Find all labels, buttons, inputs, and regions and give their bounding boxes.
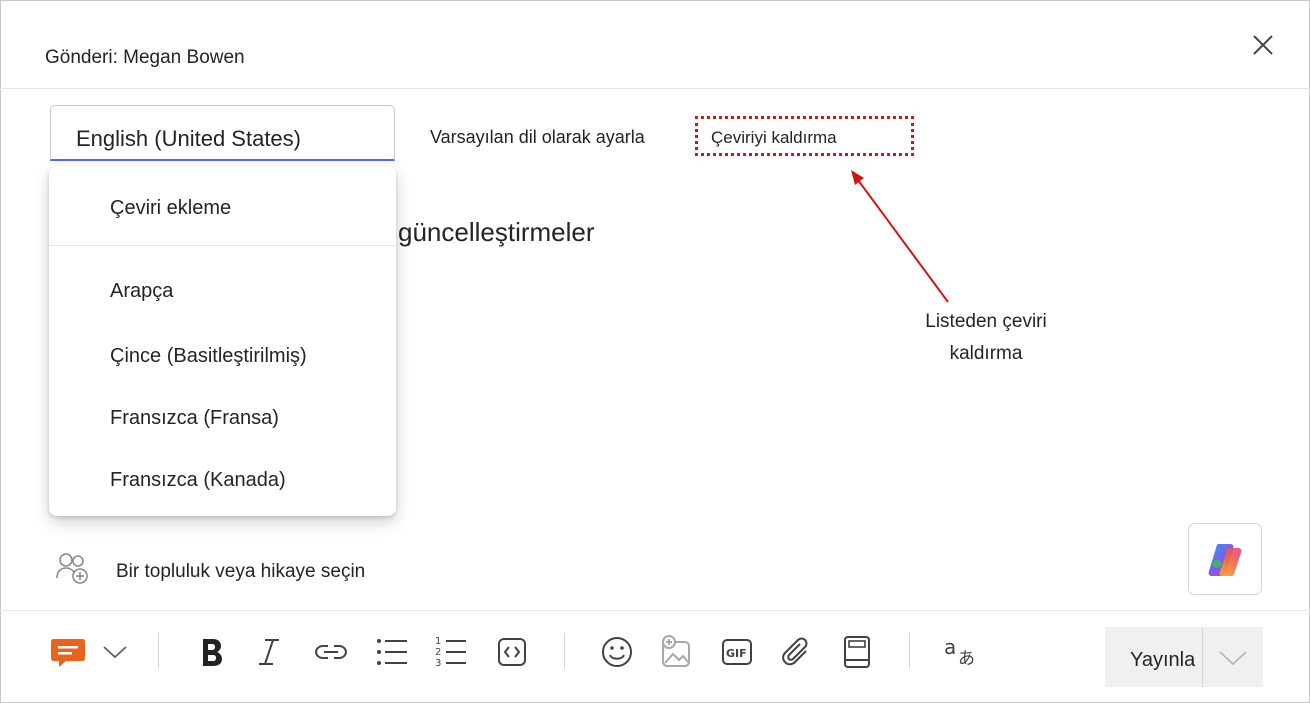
- svg-text:2: 2: [435, 647, 441, 658]
- callout-line-1: Listeden çeviri: [925, 311, 1047, 332]
- bullet-list-icon: [377, 639, 407, 665]
- choose-community-label: Bir topluluk veya hikaye seçin: [116, 561, 366, 582]
- copilot-icon: [1208, 544, 1242, 576]
- language-option-label: Fransızca (Fransa): [110, 407, 279, 429]
- numbered-list-button[interactable]: 1 2 3: [432, 632, 472, 672]
- language-option-chinese-simplified[interactable]: Çince (Basitleştirilmiş): [49, 330, 396, 382]
- toolbar-separator: [158, 633, 159, 669]
- post-type-icon: [51, 639, 85, 667]
- set-default-language-link[interactable]: Varsayılan dil olarak ayarla: [430, 127, 645, 148]
- copilot-button[interactable]: [1188, 523, 1262, 595]
- svg-text:あ: あ: [958, 649, 975, 669]
- language-option-french-canada[interactable]: Fransızca (Kanada): [49, 454, 396, 506]
- add-translation-item[interactable]: Çeviri ekleme: [49, 182, 396, 234]
- language-option-label: Arapça: [110, 280, 174, 302]
- code-button[interactable]: [492, 632, 532, 672]
- svg-text:a: a: [944, 635, 956, 659]
- gif-button[interactable]: GIF: [717, 632, 757, 672]
- book-button[interactable]: [837, 632, 877, 672]
- language-option-label: Fransızca (Kanada): [110, 469, 286, 491]
- bullet-list-button[interactable]: [372, 632, 412, 672]
- callout-line-2: kaldırma: [949, 343, 1023, 364]
- choose-community-button[interactable]: Bir topluluk veya hikaye seçin: [55, 550, 415, 590]
- link-icon: [314, 645, 348, 659]
- attach-icon: [782, 637, 808, 666]
- post-type-dropdown-button[interactable]: [96, 632, 136, 672]
- publish-label: Yayınla: [1130, 649, 1196, 671]
- post-heading-partial: güncelleştirmeler: [398, 217, 595, 247]
- chevron-down-icon: [103, 646, 127, 659]
- gif-icon: GIF: [722, 639, 752, 665]
- numbered-list-icon: 1 2 3: [435, 636, 466, 669]
- book-icon: [844, 636, 870, 668]
- publish-button[interactable]: Yayınla: [1105, 627, 1202, 687]
- add-image-icon: [662, 635, 690, 667]
- svg-text:3: 3: [435, 658, 441, 669]
- language-option-arabic[interactable]: Arapça: [49, 265, 396, 317]
- publish-options-button[interactable]: [1203, 627, 1263, 687]
- dialog-title: Gönderi: Megan Bowen: [45, 47, 245, 68]
- emoji-icon: [602, 637, 632, 667]
- svg-text:GIF: GIF: [726, 647, 747, 660]
- chevron-down-icon: [1219, 651, 1247, 666]
- close-icon: [1253, 35, 1273, 55]
- post-type-button[interactable]: [48, 632, 88, 672]
- add-image-button[interactable]: [656, 632, 696, 672]
- annotation-callout: Listeden çeviri kaldırma: [900, 306, 1072, 370]
- language-option-label: Çince (Basitleştirilmiş): [110, 345, 307, 367]
- code-icon: [498, 638, 526, 666]
- close-button[interactable]: [1248, 30, 1278, 60]
- publish-split-button: Yayınla: [1105, 627, 1263, 687]
- header-divider: [0, 88, 1310, 89]
- toolbar-divider: [0, 610, 1310, 611]
- italic-button[interactable]: [249, 632, 289, 672]
- translate-button[interactable]: a あ: [941, 632, 981, 672]
- bold-button[interactable]: [191, 632, 231, 672]
- toolbar-separator: [564, 633, 565, 669]
- language-select-value: English (United States): [76, 126, 301, 151]
- remove-translation-button[interactable]: Çeviriyi kaldırma: [695, 116, 914, 156]
- remove-translation-label: Çeviriyi kaldırma: [711, 128, 837, 147]
- attach-button[interactable]: [777, 632, 817, 672]
- language-select[interactable]: English (United States): [50, 105, 395, 161]
- translate-icon: a あ: [944, 635, 975, 669]
- bold-icon: [203, 639, 222, 666]
- add-translation-label: Çeviri ekleme: [110, 197, 232, 219]
- toolbar-separator: [909, 633, 910, 669]
- language-dropdown: Çeviri ekleme Arapça Çince (Basitleştiri…: [49, 166, 396, 516]
- language-option-french-france[interactable]: Fransızca (Fransa): [49, 392, 396, 444]
- dropdown-divider: [49, 245, 396, 246]
- italic-icon: [259, 639, 279, 665]
- link-button[interactable]: [311, 632, 351, 672]
- emoji-button[interactable]: [597, 632, 637, 672]
- people-add-icon: [56, 553, 88, 584]
- svg-text:1: 1: [435, 636, 441, 647]
